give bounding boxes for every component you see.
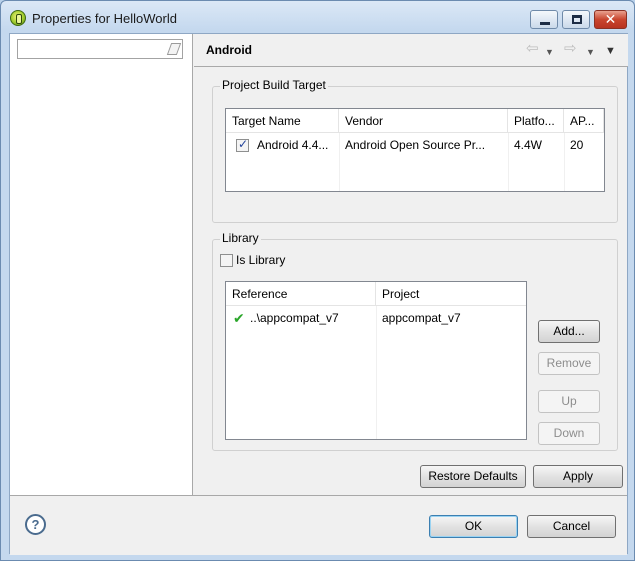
android-app-icon [10, 10, 26, 26]
is-library-checkbox[interactable] [220, 254, 233, 267]
build-target-table[interactable]: Target Name Vendor Platfo... AP... Andro… [225, 108, 605, 192]
minimize-button[interactable] [530, 10, 558, 29]
page-title: Android [206, 43, 252, 57]
target-name-cell: Android 4.4... [257, 138, 329, 152]
column-header-project[interactable]: Project [376, 282, 526, 306]
green-checkmark-icon: ✔ [233, 310, 245, 326]
title-bar[interactable]: Properties for HelloWorld ✕ [1, 1, 634, 33]
library-reference-table[interactable]: Reference Project ✔ ..\appcompat_v7 appc… [225, 281, 527, 440]
move-down-button[interactable]: Down [538, 422, 600, 445]
help-icon[interactable]: ? [25, 514, 46, 535]
is-library-label[interactable]: Is Library [236, 253, 285, 267]
apply-button[interactable]: Apply [533, 465, 623, 488]
properties-window: Properties for HelloWorld ✕ Android ⇦ ▼ … [0, 0, 635, 561]
cancel-button[interactable]: Cancel [527, 515, 616, 538]
maximize-button[interactable] [562, 10, 590, 29]
vendor-cell: Android Open Source Pr... [345, 138, 486, 152]
column-header-vendor[interactable]: Vendor [339, 109, 508, 133]
build-target-group-label: Project Build Target [220, 78, 328, 92]
project-cell: appcompat_v7 [382, 311, 461, 325]
table-row[interactable]: Android 4.4... Android Open Source Pr...… [226, 133, 604, 157]
table-header: Reference Project [226, 282, 526, 306]
close-button[interactable]: ✕ [594, 10, 627, 29]
column-header-platform[interactable]: Platfo... [508, 109, 564, 133]
close-icon: ✕ [604, 11, 617, 27]
window-title: Properties for HelloWorld [32, 11, 177, 26]
library-group-label: Library [220, 231, 261, 245]
maximize-icon [572, 15, 582, 24]
remove-library-button[interactable]: Remove [538, 352, 600, 375]
forward-arrow-icon[interactable]: ⇨ [564, 41, 577, 56]
column-header-target-name[interactable]: Target Name [226, 109, 339, 133]
ok-button[interactable]: OK [429, 515, 518, 538]
page-header: Android ⇦ ▼ ⇨ ▼ ▼ [194, 34, 628, 67]
library-group: Library Is Library Reference Project ✔ .… [212, 231, 618, 451]
filter-input[interactable] [20, 41, 160, 57]
reference-cell: ..\appcompat_v7 [250, 311, 339, 325]
view-menu-icon[interactable]: ▼ [605, 44, 616, 58]
move-up-button[interactable]: Up [538, 390, 600, 413]
api-cell: 20 [570, 138, 584, 152]
target-checkbox[interactable] [236, 137, 249, 152]
column-header-reference[interactable]: Reference [226, 282, 376, 306]
category-tree-pane [10, 34, 193, 495]
forward-dropdown-icon[interactable]: ▼ [586, 45, 595, 59]
table-row[interactable]: ✔ ..\appcompat_v7 appcompat_v7 [226, 306, 526, 330]
table-header: Target Name Vendor Platfo... AP... [226, 109, 604, 133]
dialog-body: Android ⇦ ▼ ⇨ ▼ ▼ Project Build Target T… [9, 33, 628, 555]
back-arrow-icon[interactable]: ⇦ [526, 41, 539, 56]
minimize-icon [540, 22, 550, 25]
column-header-api[interactable]: AP... [564, 109, 604, 133]
back-dropdown-icon[interactable]: ▼ [545, 45, 554, 59]
property-page: Android ⇦ ▼ ⇨ ▼ ▼ Project Build Target T… [194, 34, 628, 495]
restore-defaults-button[interactable]: Restore Defaults [420, 465, 526, 488]
build-target-group: Project Build Target Target Name Vendor … [212, 78, 618, 223]
clear-filter-icon[interactable] [166, 43, 182, 55]
platform-cell: 4.4W [514, 138, 543, 152]
add-library-button[interactable]: Add... [538, 320, 600, 343]
filter-field[interactable] [17, 39, 183, 59]
dialog-footer: ? OK Cancel [10, 495, 627, 555]
